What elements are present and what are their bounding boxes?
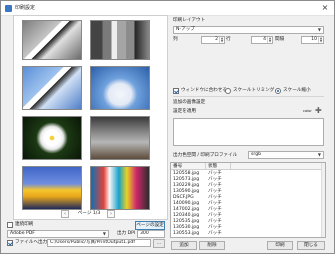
column-header-status[interactable]: 状態 [206,163,231,170]
scale-trim-radio[interactable] [225,88,231,94]
print-preview [13,15,168,220]
prev-page-button[interactable]: ‹ [61,210,69,218]
color-label: color [303,109,312,113]
browse-button[interactable]: ... [153,239,165,248]
file-table[interactable]: 番号 状態 120558.jpg バッチ 120573.jpg バッチ 130229… [170,162,326,238]
remove-button[interactable]: 削除 [199,241,225,250]
apply-settings-label: 設定を適用 [173,109,196,114]
add-icon[interactable]: ✚ [315,106,322,115]
preview-thumbnail[interactable] [90,20,150,60]
columns-value: 2 [215,37,218,42]
rows-stepper[interactable]: 4 ▲ ▼ [251,36,273,44]
preview-thumbnail[interactable] [90,166,150,210]
scale-trim-label: スケールトリミング [233,88,275,93]
cell-name: 130553.jpg [173,231,200,236]
spacing-label: 間隔 [275,37,285,42]
extra-settings-label: 追加の画像設定 [173,100,206,105]
print-button[interactable]: 印刷 [267,241,293,250]
add-button[interactable]: 追加 [171,241,197,250]
preview-thumbnail[interactable] [22,20,82,60]
preview-thumbnail[interactable] [90,66,150,110]
fit-window-checkbox[interactable] [173,88,179,94]
color-profile-value: srgb [251,152,262,157]
continuous-print-label: 連続印刷 [15,222,34,227]
print-settings-window: 印刷設定 × ‹ ページ 1/3 › 連続印刷 Adobe PDF ▼ ページの… [0,0,335,254]
title-bar: 印刷設定 × [1,1,334,16]
fit-window-label: ウィンドウに合わせる [181,88,227,93]
preview-thumbnail[interactable] [22,166,82,210]
scale-shrink-radio[interactable] [275,88,281,94]
columns-stepper[interactable]: 2 ▲ ▼ [201,36,225,44]
app-icon [5,5,12,12]
preview-thumbnail[interactable] [90,116,150,160]
rows-label: 行 [226,37,231,42]
section-divider [173,96,324,97]
layout-select[interactable]: N-アップ ▼ [173,26,324,34]
color-profile-label: 出力色空間 / 印刷プロファイル [173,153,238,158]
stepper-arrows-icon[interactable]: ▲ ▼ [267,37,272,43]
settings-textarea[interactable] [173,118,324,146]
next-page-button[interactable]: › [107,210,115,218]
columns-label: 列 [173,37,178,42]
printer-select-value: Adobe PDF [10,231,35,236]
dpi-label: 出力 DPI [117,231,136,236]
chevron-down-icon: ▼ [102,231,106,236]
layout-section-label: 印刷レイアウト [173,18,206,23]
page-setup-button[interactable]: ページの設定 [135,221,165,230]
file-output-label: ファイルへ出力 [15,240,48,245]
spacing-value: 10 [311,37,317,42]
page-navigator: ‹ ページ 1/3 › [61,209,117,219]
chevron-down-icon: ▼ [317,27,321,32]
continuous-print-checkbox[interactable] [7,222,13,228]
close-button[interactable]: 閉じる [297,241,325,250]
page-indicator: ページ 1/3 [77,211,101,216]
table-row[interactable]: 130553.jpg バッチ [171,231,325,237]
cell-status: バッチ [208,231,222,236]
table-scrollbar[interactable] [321,163,325,237]
layout-select-value: N-アップ [176,27,195,32]
printer-select[interactable]: Adobe PDF ▼ [7,230,109,238]
rows-value: 4 [263,37,266,42]
column-header-name[interactable]: 番号 [171,163,206,170]
file-path-field[interactable]: C:/Users/Public/写真/PrintOutput1.pdf [47,239,151,247]
window-title: 印刷設定 [15,5,36,11]
preview-thumbnail[interactable] [22,116,82,160]
file-output-checkbox[interactable] [7,240,13,246]
close-icon[interactable]: × [320,3,330,13]
stepper-arrows-icon[interactable]: ▲ ▼ [318,37,323,43]
dpi-field[interactable]: 300 [137,230,165,238]
preview-thumbnail[interactable] [22,66,82,110]
color-profile-select[interactable]: srgb ▼ [248,151,324,159]
scale-shrink-label: スケール縮小 [283,88,311,93]
stepper-arrows-icon[interactable]: ▲ ▼ [219,37,224,43]
spacing-stepper[interactable]: 10 ▲ ▼ [301,36,324,44]
chevron-down-icon: ▼ [317,152,321,157]
table-header: 番号 状態 [171,163,325,170]
